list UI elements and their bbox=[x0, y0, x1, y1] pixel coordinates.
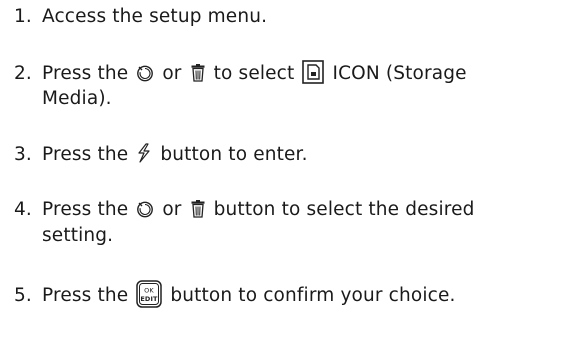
step-text: button to select the desired bbox=[213, 199, 475, 220]
step-5: 5. Press the OK EDIT button to confirm yo… bbox=[14, 280, 456, 309]
step-text: Access the setup menu. bbox=[42, 6, 268, 27]
step-3: 3. Press the button to enter. bbox=[14, 142, 308, 168]
step-1: 1. Access the setup menu. bbox=[14, 4, 267, 30]
step-text: Press the bbox=[42, 285, 129, 306]
step-number: 1. bbox=[14, 6, 32, 27]
step-2: 2. Press the or to select ICON (Storage bbox=[14, 60, 467, 87]
ok-edit-button-icon: OK EDIT bbox=[136, 280, 163, 308]
edit-label: EDIT bbox=[141, 295, 159, 303]
self-timer-icon bbox=[136, 64, 154, 82]
step-text: to select bbox=[213, 63, 295, 84]
flash-icon bbox=[136, 143, 152, 163]
ok-label: OK bbox=[144, 287, 154, 295]
step-text: ICON (Storage bbox=[332, 63, 467, 84]
delete-icon bbox=[190, 200, 206, 218]
self-timer-icon bbox=[136, 200, 154, 218]
step-number: 2. bbox=[14, 63, 32, 84]
step-text: setting. bbox=[42, 225, 114, 246]
step-number: 5. bbox=[14, 285, 32, 306]
step-text: Media). bbox=[42, 88, 112, 109]
step-text: button to enter. bbox=[160, 144, 308, 165]
step-2-continuation: Media). bbox=[42, 86, 112, 112]
step-text: Press the bbox=[42, 63, 129, 84]
step-text: Press the bbox=[42, 144, 129, 165]
delete-icon bbox=[190, 64, 206, 82]
step-number: 3. bbox=[14, 144, 32, 165]
step-text: button to confirm your choice. bbox=[170, 285, 456, 306]
instruction-steps: 1. Access the setup menu. 2. Press the or … bbox=[0, 0, 571, 337]
step-number: 4. bbox=[14, 199, 32, 220]
step-4-continuation: setting. bbox=[42, 223, 113, 249]
step-text: Press the bbox=[42, 199, 129, 220]
step-text: or bbox=[162, 199, 182, 220]
step-4: 4. Press the or button to select the desi… bbox=[14, 197, 475, 223]
storage-media-icon bbox=[302, 60, 325, 84]
step-text: or bbox=[162, 63, 182, 84]
